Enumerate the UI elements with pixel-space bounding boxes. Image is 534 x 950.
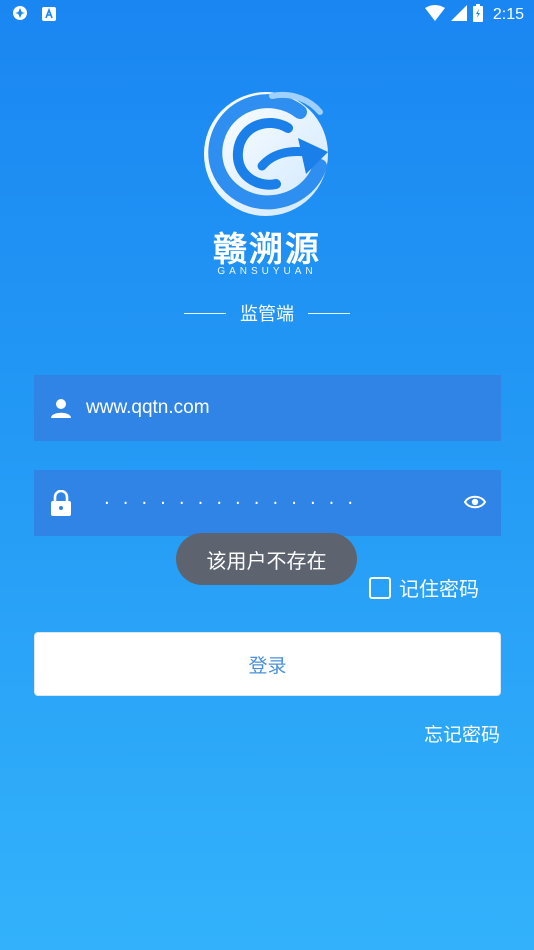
gansuyuan-logo (202, 88, 334, 218)
password-field[interactable]: ·············· (34, 470, 501, 536)
status-left (12, 5, 56, 25)
lock-icon (48, 490, 74, 516)
status-right: 2:15 (424, 4, 524, 26)
app-a-icon (42, 6, 56, 25)
toast-message: 该用户不存在 (176, 533, 357, 585)
eye-icon[interactable] (463, 490, 487, 514)
remember-checkbox[interactable] (369, 576, 391, 599)
status-bar: 2:15 (0, 0, 534, 30)
status-time: 2:15 (492, 6, 524, 23)
battery-icon (472, 4, 483, 26)
remember-label: 记住密码 (399, 577, 479, 601)
subtitle-row: 监管端 (0, 300, 534, 326)
brand-name: 赣溯源 (213, 230, 321, 270)
app-subtitle: 监管端 (240, 304, 294, 325)
password-input[interactable]: ·············· (104, 493, 366, 514)
wifi-icon (424, 5, 445, 25)
username-input[interactable] (86, 397, 446, 419)
remember-password[interactable]: 记住密码 (369, 573, 479, 602)
forgot-password-link[interactable]: 忘记密码 (424, 720, 500, 747)
username-field[interactable] (34, 375, 501, 441)
divider-right (308, 312, 350, 314)
login-button[interactable]: 登录 (34, 632, 501, 696)
sync-icon (12, 5, 28, 25)
divider-left (184, 312, 226, 314)
signal-icon (450, 5, 467, 25)
user-icon (48, 395, 74, 421)
brand-pinyin: GANSUYUAN (217, 266, 317, 277)
